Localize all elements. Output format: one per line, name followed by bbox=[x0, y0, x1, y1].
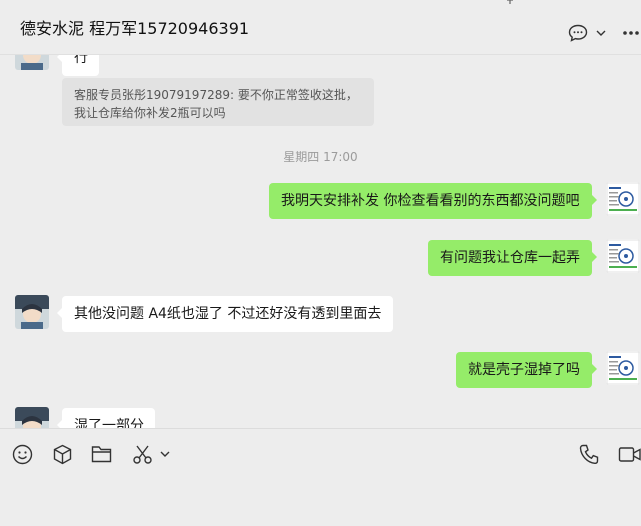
phone-icon[interactable] bbox=[578, 443, 600, 465]
maximize-icon[interactable] bbox=[592, 0, 606, 6]
title-bar: 德安水泥 程万军15720946391 bbox=[0, 0, 641, 55]
minimize-icon[interactable] bbox=[547, 0, 561, 6]
timestamp: 星期四 17:00 bbox=[283, 150, 358, 164]
video-icon[interactable] bbox=[618, 443, 641, 465]
avatar[interactable] bbox=[606, 239, 640, 273]
quoted-message[interactable]: 客服专员张彤19079197289: 要不你正常签收这批，我让仓库给你补发2瓶可… bbox=[62, 78, 374, 126]
avatar[interactable] bbox=[606, 351, 640, 385]
scissors-icon[interactable] bbox=[131, 443, 153, 465]
chat-bubble-icon[interactable] bbox=[567, 22, 589, 44]
cube-icon[interactable] bbox=[51, 443, 73, 465]
input-area[interactable] bbox=[0, 428, 641, 526]
message-bubble[interactable]: 我明天安排补发 你检查看看别的东西都没问题吧 bbox=[269, 183, 597, 219]
message-bubble[interactable]: 其他没问题 A4纸也湿了 不过还好没有透到里面去 bbox=[57, 296, 393, 332]
message-bubble[interactable]: 就是壳子湿掉了吗 bbox=[456, 352, 597, 388]
chat-area[interactable]: 行 客服专员张彤19079197289: 要不你正常签收这批，我让仓库给你补发2… bbox=[0, 55, 641, 428]
more-icon[interactable] bbox=[621, 22, 641, 44]
chat-title: 德安水泥 程万军15720946391 bbox=[20, 19, 250, 38]
close-icon[interactable] bbox=[630, 0, 641, 6]
avatar[interactable] bbox=[15, 55, 49, 70]
avatar[interactable] bbox=[606, 182, 640, 216]
avatar[interactable] bbox=[15, 295, 49, 329]
folder-icon[interactable] bbox=[90, 443, 112, 465]
message-bubble[interactable]: 湿了一部分 bbox=[57, 408, 155, 428]
emoji-icon[interactable] bbox=[11, 443, 33, 465]
chevron-down-icon[interactable] bbox=[159, 443, 171, 465]
pin-icon[interactable] bbox=[503, 0, 517, 6]
message-bubble[interactable]: 有问题我让仓库一起弄 bbox=[428, 240, 597, 276]
chevron-down-icon[interactable] bbox=[595, 22, 607, 44]
message-bubble[interactable]: 行 bbox=[57, 55, 99, 76]
avatar[interactable] bbox=[15, 407, 49, 428]
